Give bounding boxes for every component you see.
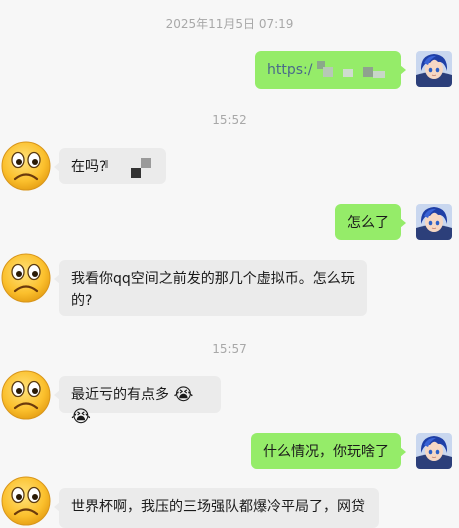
- message-bubble-link[interactable]: https:/: [255, 51, 406, 89]
- timestamp: 15:52: [212, 113, 247, 127]
- self-avatar[interactable]: [416, 204, 452, 240]
- message-text: 怎么了: [347, 215, 389, 231]
- message-text: 在吗?: [71, 159, 107, 175]
- self-avatar[interactable]: [416, 433, 452, 469]
- message-text: https:/: [267, 62, 313, 78]
- message-bubble[interactable]: 最近亏的有点多 😭 😭: [54, 376, 221, 427]
- message-bubble[interactable]: 世界杯啊，我压的三场强队都爆冷平局了，网贷: [54, 488, 379, 528]
- self-avatar[interactable]: [416, 51, 452, 87]
- message-bubble[interactable]: 什么情况，你玩啥了: [251, 433, 406, 469]
- loudly-crying-face-icon: 😭: [173, 385, 194, 405]
- message-bubble[interactable]: 怎么了: [335, 204, 406, 240]
- message-text: 什么情况，你玩啥了: [263, 444, 389, 460]
- loudly-crying-face-icon: 😭: [71, 407, 91, 427]
- contact-avatar[interactable]: [0, 369, 52, 421]
- timestamp: 2025年11月5日 07:19: [165, 17, 294, 31]
- message-text: 我看你qq空间之前发的那几个虚拟币。怎么玩的?: [71, 271, 355, 309]
- message-bubble[interactable]: 我看你qq空间之前发的那几个虚拟币。怎么玩的?: [54, 260, 367, 316]
- message-text: 世界杯啊，我压的三场强队都爆冷平局了，网贷: [71, 499, 365, 515]
- contact-avatar[interactable]: [0, 252, 52, 304]
- message-text: 最近亏的有点多: [71, 387, 169, 403]
- timestamp: 15:57: [212, 342, 247, 356]
- contact-avatar[interactable]: [0, 475, 52, 527]
- contact-avatar[interactable]: [0, 140, 52, 192]
- redacted-pixels: [105, 156, 151, 178]
- message-bubble[interactable]: 在吗?: [54, 148, 166, 184]
- redacted-pixels: [317, 61, 391, 79]
